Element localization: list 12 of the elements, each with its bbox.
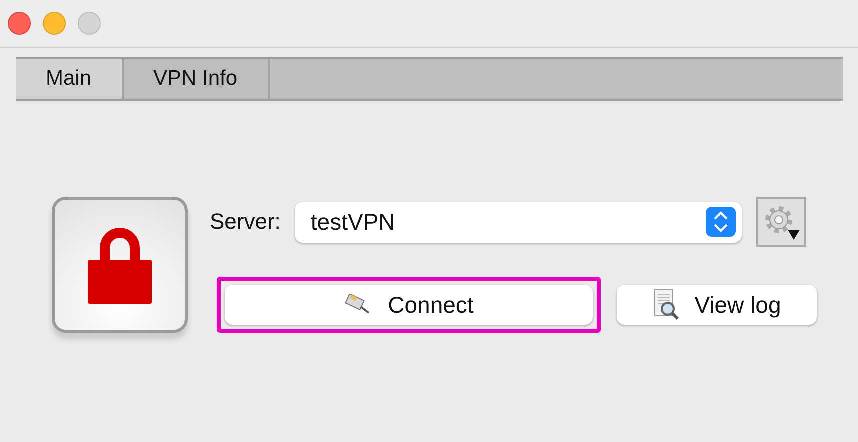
settings-button[interactable] xyxy=(756,197,806,247)
tab[interactable]: Main xyxy=(16,59,124,99)
document-magnifier-icon xyxy=(652,289,681,321)
server-label: Server: xyxy=(210,209,281,235)
close-button[interactable] xyxy=(8,12,31,35)
up-down-arrows-icon xyxy=(706,207,736,237)
view-log-button[interactable]: View log xyxy=(617,285,817,325)
server-dropdown[interactable]: testVPN xyxy=(294,202,742,242)
plug-icon xyxy=(344,294,372,316)
minimize-button[interactable] xyxy=(43,12,66,35)
connect-button[interactable]: Connect xyxy=(225,285,593,325)
padlock-icon xyxy=(88,226,152,304)
